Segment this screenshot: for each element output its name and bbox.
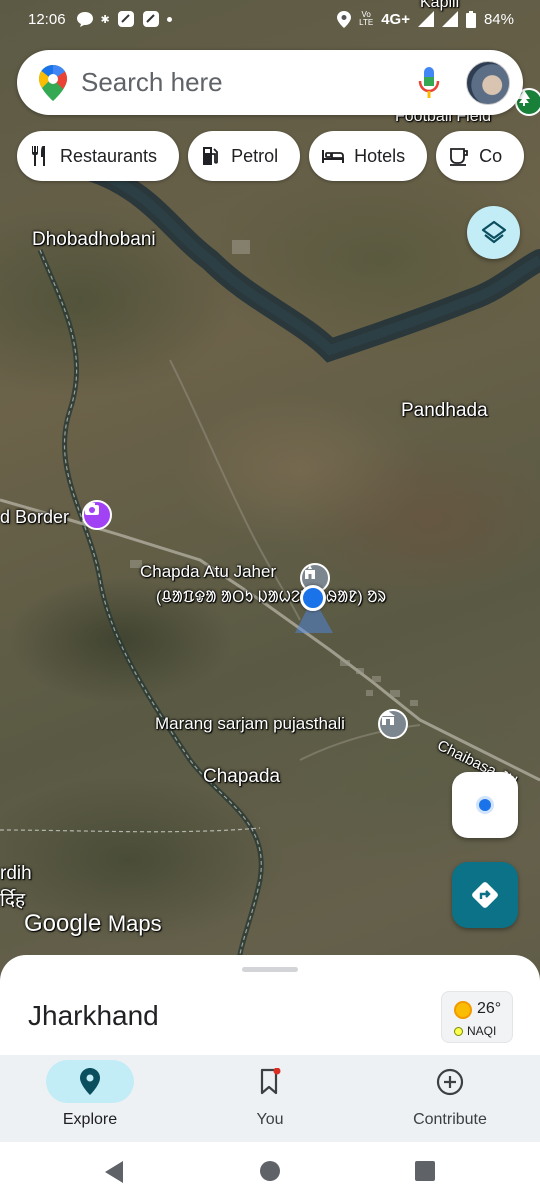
battery-level: 84% (483, 10, 514, 28)
search-placeholder[interactable]: Search here (81, 67, 418, 98)
nav-explore[interactable]: Explore (0, 1055, 180, 1142)
place-border[interactable]: d Border (0, 507, 69, 528)
chip-label: Co (479, 145, 503, 166)
search-bar[interactable]: Search here (17, 50, 523, 115)
explore-pin-icon (80, 1068, 100, 1095)
sun-icon (454, 1001, 472, 1019)
aqi-indicator-icon (454, 1027, 463, 1036)
volte-icon: Vo LTE (359, 10, 374, 27)
current-location-dot[interactable] (300, 585, 326, 611)
temperature: 26° (477, 1000, 502, 1017)
place-chapda-atu-jaher[interactable]: Chapda Atu Jaher (140, 562, 276, 582)
directions-icon (472, 882, 498, 908)
nav-you[interactable]: You (180, 1055, 360, 1142)
my-location-button[interactable] (452, 772, 518, 838)
microphone-icon[interactable] (418, 66, 440, 99)
status-bar: 12:06 ✱ Vo LTE 4G+ 84% (0, 0, 540, 38)
place-marang-sarjam[interactable]: Marang sarjam pujasthali (155, 714, 345, 734)
bed-icon (322, 150, 345, 163)
layers-icon (481, 220, 506, 243)
app-notification-icon-2 (142, 11, 159, 27)
place-dhobadhobani[interactable]: Dhobadhobani (32, 229, 156, 251)
place-rdih-devanagari: र्दिह (0, 890, 26, 911)
location-pin-icon (337, 10, 352, 28)
aqi-label: NAQI (467, 1024, 497, 1038)
shrine-poi-icon[interactable] (378, 709, 408, 739)
account-avatar[interactable] (466, 60, 510, 105)
layers-button[interactable] (467, 206, 520, 259)
home-icon[interactable] (260, 1161, 280, 1181)
signal-icon-2 (441, 11, 458, 27)
network-type: 4G+ (381, 10, 410, 28)
nav-label: Explore (62, 1111, 118, 1128)
my-location-icon (476, 796, 494, 814)
nav-contribute[interactable]: Contribute (360, 1055, 540, 1142)
place-rdih[interactable]: rdih (0, 863, 32, 885)
chat-bubble-icon (76, 12, 93, 27)
place-pandhada[interactable]: Pandhada (401, 400, 488, 422)
chip-label: Petrol (231, 145, 279, 166)
app-notification-icon (117, 11, 134, 27)
place-chapda-atu-jaher-script: (ᱪᱟᱯᱫᱟ ᱟᱛᱩ ᱡᱟᱦᱮᱨ ᱛᱷᱟᱱ) ᱚᱨ (156, 589, 387, 606)
region-title: Jharkhand (28, 1000, 159, 1031)
google-maps-watermark: Google Maps (24, 910, 162, 937)
fuel-pump-icon (203, 147, 218, 165)
coffee-cup-icon (450, 148, 469, 166)
nav-label: Contribute (413, 1111, 487, 1128)
directions-button[interactable] (452, 862, 518, 928)
chip-restaurants[interactable]: Restaurants (17, 131, 180, 181)
sheet-drag-handle[interactable] (242, 967, 298, 972)
place-chapada[interactable]: Chapada (203, 766, 280, 788)
chip-coffee[interactable]: Co (436, 131, 525, 181)
back-icon[interactable] (103, 1160, 125, 1184)
bluetooth-icon: ✱ (100, 13, 110, 26)
bookmark-icon (260, 1068, 281, 1095)
notification-icons: ✱ (76, 10, 172, 28)
camera-poi-icon[interactable] (82, 500, 112, 530)
google-maps-logo-icon (39, 64, 67, 101)
nav-label: You (256, 1111, 284, 1128)
chip-petrol[interactable]: Petrol (188, 131, 301, 181)
chip-label: Hotels (354, 145, 406, 166)
signal-icon (417, 11, 434, 27)
more-notifications-dot (166, 16, 172, 22)
bottom-navigation: Explore You Contribute (0, 1055, 540, 1142)
weather-chip[interactable]: 26° NAQI (441, 991, 513, 1043)
add-circle-icon (436, 1068, 464, 1096)
recents-icon[interactable] (415, 1161, 435, 1181)
chip-label: Restaurants (60, 145, 158, 166)
chip-hotels[interactable]: Hotels (309, 131, 428, 181)
status-time: 12:06 (28, 10, 66, 28)
system-navigation-bar (0, 1142, 540, 1200)
category-chips: Restaurants Petrol Hotels Co (17, 131, 525, 181)
battery-icon (465, 10, 476, 28)
fork-knife-icon (32, 146, 45, 166)
